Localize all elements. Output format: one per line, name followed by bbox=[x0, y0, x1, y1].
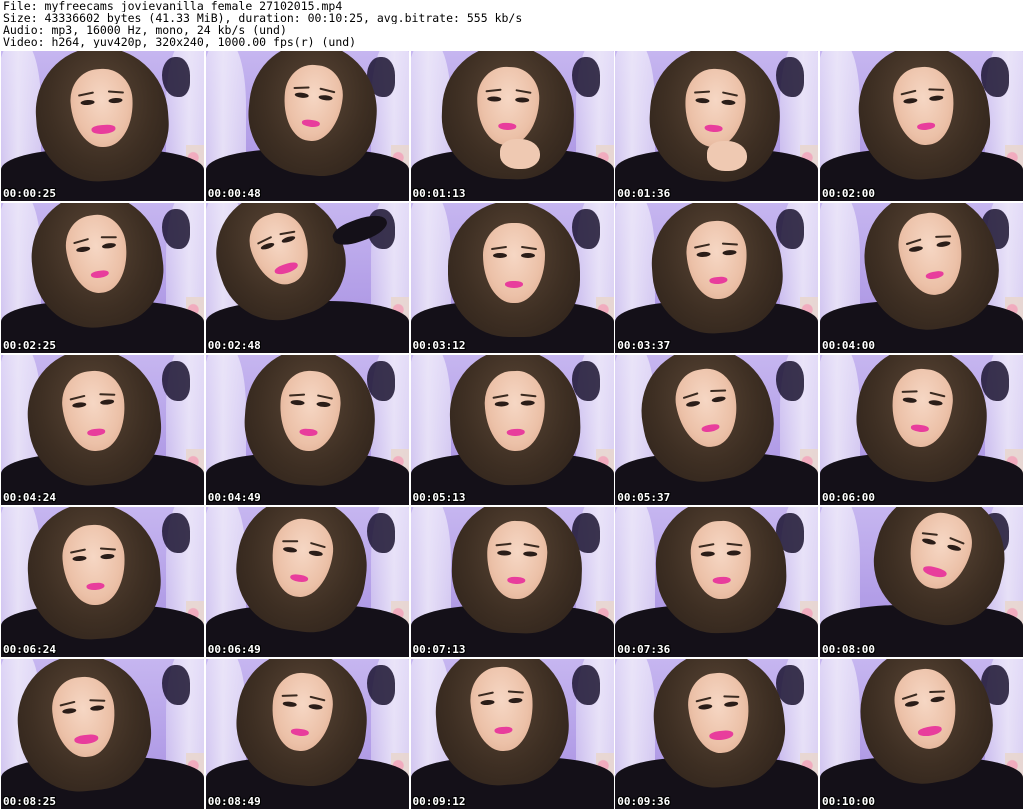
file-info-header: File: myfreecams_jovievanilla_female_271… bbox=[3, 0, 1021, 48]
thumbnail-timestamp: 00:03:12 bbox=[412, 339, 466, 352]
thumbnail-frame-image bbox=[820, 51, 1023, 201]
video-thumbnail: 00:05:37 bbox=[615, 355, 819, 505]
thumbnail-frame-image bbox=[1, 507, 204, 657]
video-thumbnail: 00:10:00 bbox=[820, 659, 1023, 809]
thumbnail-frame-image bbox=[205, 203, 409, 353]
thumbnail-frame-image bbox=[1, 203, 204, 353]
video-thumbnail: 00:09:12 bbox=[410, 659, 614, 809]
thumbnail-frame-image bbox=[1, 355, 204, 505]
video-info-line: Video: h264, yuv420p, 320x240, 1000.00 f… bbox=[3, 36, 357, 48]
thumbnail-timestamp: 00:10:00 bbox=[822, 795, 875, 808]
thumbnail-frame-image bbox=[820, 203, 1023, 353]
video-thumbnail: 00:00:48 bbox=[205, 51, 409, 201]
thumbnail-frame-image bbox=[410, 203, 614, 353]
video-thumbnail: 00:03:12 bbox=[410, 203, 614, 353]
thumbnail-frame-image bbox=[1, 51, 204, 201]
audio-info-line: Audio: mp3, 16000 Hz, mono, 24 kb/s (und… bbox=[3, 24, 287, 36]
file-size-line: Size: 43336602 bytes (41.33 MiB), durati… bbox=[3, 12, 523, 24]
thumbnail-frame-image bbox=[410, 355, 614, 505]
video-thumbnail: 00:07:13 bbox=[410, 507, 614, 657]
thumbnail-timestamp: 00:08:49 bbox=[207, 795, 261, 808]
thumbnail-frame-image bbox=[410, 659, 614, 809]
thumbnail-frame-image bbox=[205, 507, 409, 657]
thumbnail-frame-image bbox=[820, 355, 1023, 505]
thumbnail-timestamp: 00:04:24 bbox=[3, 491, 56, 504]
video-thumbnail: 00:02:48 bbox=[205, 203, 409, 353]
video-thumbnail: 00:05:13 bbox=[410, 355, 614, 505]
video-thumbnail: 00:06:00 bbox=[820, 355, 1023, 505]
video-thumbnail: 00:00:25 bbox=[1, 51, 204, 201]
thumbnail-timestamp: 00:03:37 bbox=[617, 339, 671, 352]
thumbnail-timestamp: 00:04:00 bbox=[822, 339, 875, 352]
thumbnail-timestamp: 00:01:13 bbox=[412, 187, 466, 200]
thumbnail-timestamp: 00:09:36 bbox=[617, 795, 671, 808]
video-thumbnail: 00:04:49 bbox=[205, 355, 409, 505]
thumbnail-grid: 00:00:25 00:00:48 00:01:13 00:01:36 00:02:00… bbox=[1, 51, 1023, 810]
thumbnail-frame-image bbox=[205, 659, 409, 809]
thumbnail-frame-image bbox=[615, 51, 819, 201]
thumbnail-timestamp: 00:00:25 bbox=[3, 187, 56, 200]
video-thumbnail: 00:04:00 bbox=[820, 203, 1023, 353]
video-thumbnail: 00:06:49 bbox=[205, 507, 409, 657]
video-thumbnail: 00:09:36 bbox=[615, 659, 819, 809]
thumbnail-frame-image bbox=[410, 51, 614, 201]
thumbnail-frame-image bbox=[615, 507, 819, 657]
thumbnail-frame-image bbox=[615, 659, 819, 809]
video-thumbnail: 00:01:13 bbox=[410, 51, 614, 201]
thumbnail-frame-image bbox=[820, 507, 1023, 657]
file-name-line: File: myfreecams_jovievanilla_female_271… bbox=[3, 0, 343, 12]
thumbnail-timestamp: 00:02:00 bbox=[822, 187, 875, 200]
thumbnail-frame-image bbox=[1, 659, 204, 809]
thumbnail-timestamp: 00:01:36 bbox=[617, 187, 671, 200]
thumbnail-timestamp: 00:08:00 bbox=[822, 643, 875, 656]
video-thumbnail: 00:08:49 bbox=[205, 659, 409, 809]
thumbnail-timestamp: 00:09:12 bbox=[412, 795, 466, 808]
video-thumbnail: 00:06:24 bbox=[1, 507, 204, 657]
thumbnail-frame-image bbox=[615, 355, 819, 505]
thumbnail-frame-image bbox=[205, 355, 409, 505]
thumbnail-timestamp: 00:05:37 bbox=[617, 491, 671, 504]
thumbnail-timestamp: 00:06:49 bbox=[207, 643, 261, 656]
video-thumbnail: 00:02:00 bbox=[820, 51, 1023, 201]
video-thumbnail: 00:07:36 bbox=[615, 507, 819, 657]
thumbnail-timestamp: 00:06:00 bbox=[822, 491, 875, 504]
thumbnail-timestamp: 00:08:25 bbox=[3, 795, 56, 808]
thumbnail-frame-image bbox=[820, 659, 1023, 809]
thumbnail-timestamp: 00:02:48 bbox=[207, 339, 261, 352]
thumbnail-timestamp: 00:02:25 bbox=[3, 339, 56, 352]
thumbnail-timestamp: 00:07:36 bbox=[617, 643, 671, 656]
thumbnail-frame-image bbox=[205, 51, 409, 201]
thumbnail-timestamp: 00:00:48 bbox=[207, 187, 261, 200]
thumbnail-timestamp: 00:07:13 bbox=[412, 643, 466, 656]
video-thumbnail: 00:08:00 bbox=[820, 507, 1023, 657]
thumbnail-timestamp: 00:04:49 bbox=[207, 491, 261, 504]
video-thumbnail: 00:03:37 bbox=[615, 203, 819, 353]
thumbnail-timestamp: 00:05:13 bbox=[412, 491, 466, 504]
video-thumbnail: 00:01:36 bbox=[615, 51, 819, 201]
thumbnail-frame-image bbox=[615, 203, 819, 353]
video-thumbnail: 00:04:24 bbox=[1, 355, 204, 505]
video-thumbnail: 00:08:25 bbox=[1, 659, 204, 809]
thumbnail-frame-image bbox=[410, 507, 614, 657]
thumbnail-timestamp: 00:06:24 bbox=[3, 643, 56, 656]
video-thumbnail: 00:02:25 bbox=[1, 203, 204, 353]
